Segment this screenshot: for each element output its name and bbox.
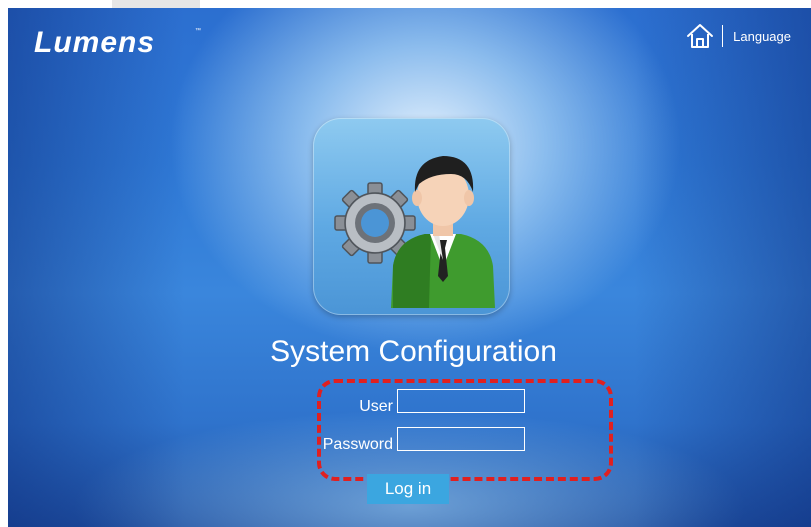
- top-tab: [112, 0, 200, 8]
- top-nav: Language: [686, 23, 791, 49]
- person-icon: [391, 156, 495, 308]
- home-icon[interactable]: [686, 23, 714, 49]
- trademark-mark: ™: [195, 28, 201, 34]
- password-input[interactable]: [397, 427, 525, 451]
- page-title: System Configuration: [270, 335, 557, 368]
- user-label: User: [359, 398, 393, 415]
- password-label: Password: [322, 436, 393, 453]
- page: Lumens ™ Language System Configuration U…: [0, 0, 811, 527]
- lumens-logo: Lumens: [34, 26, 156, 59]
- nav-divider: [722, 25, 724, 47]
- settings-user-icon: [313, 118, 510, 315]
- login-screen: Lumens ™ Language System Configuration U…: [8, 8, 811, 527]
- user-input[interactable]: [397, 389, 525, 413]
- login-button[interactable]: Log in: [367, 474, 449, 504]
- language-link[interactable]: Language: [733, 29, 791, 44]
